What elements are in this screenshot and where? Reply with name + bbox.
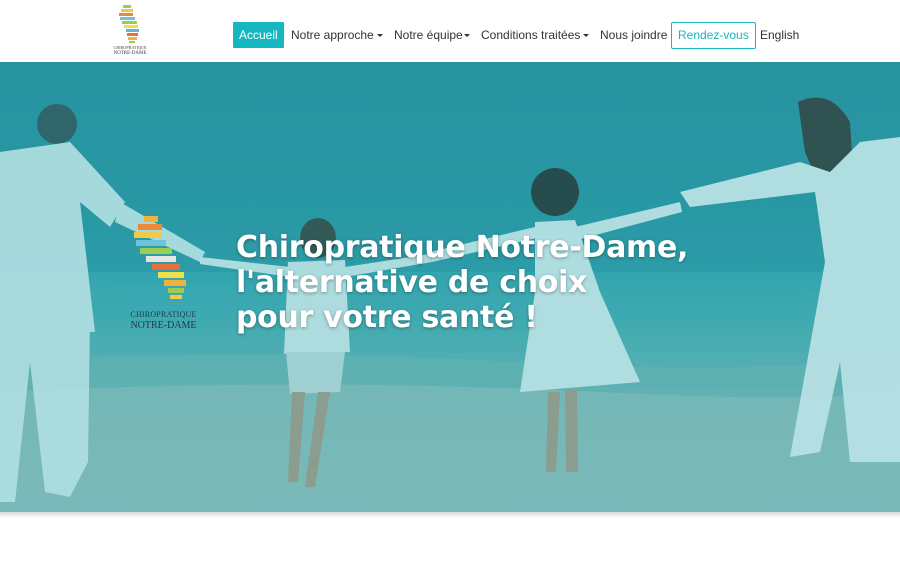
hero-banner: CHIROPRATIQUE NOTRE-DAME Chiropratique N… <box>0 62 900 512</box>
rendez-vous-button[interactable]: Rendez-vous <box>671 22 756 49</box>
nav-label: English <box>760 28 800 42</box>
hero-logo-text-bottom: NOTRE-DAME <box>130 320 197 331</box>
nav-label: Rendez-vous <box>678 28 749 42</box>
nav-notre-approche[interactable]: Notre approche <box>291 22 383 48</box>
hero-headline-line: pour votre santé ! <box>236 300 538 335</box>
nav-nous-joindre[interactable]: Nous joindre <box>600 22 667 48</box>
caret-down-icon <box>583 34 590 38</box>
nav-label: Conditions traitées <box>481 28 581 42</box>
hero-headline-line: Chiropratique Notre-Dame, <box>236 230 689 265</box>
nav-label: Nous joindre <box>600 28 668 42</box>
logo-text-bottom: NOTRE-DAME <box>113 51 147 56</box>
nav-notre-equipe[interactable]: Notre équipe <box>394 22 470 48</box>
nav-label: Notre approche <box>291 28 374 42</box>
nav-accueil[interactable]: Accueil <box>233 22 284 48</box>
nav-english[interactable]: English <box>760 22 799 48</box>
hero-headline: Chiropratique Notre-Dame, l'alternative … <box>236 230 716 335</box>
nav-label: Notre équipe <box>394 28 463 42</box>
site-header: CHIROPRATIQUE NOTRE-DAME Accueil Notre a… <box>0 0 900 62</box>
logo-spine-icon <box>134 216 186 299</box>
nav-label: Accueil <box>239 28 278 42</box>
caret-down-icon <box>376 34 383 38</box>
hero-logo-text-top: CHIROPRATIQUE <box>130 310 197 319</box>
hero-shadow <box>0 512 900 518</box>
main-nav: Accueil Notre approche Notre équipe Cond… <box>0 22 900 49</box>
caret-down-icon <box>463 34 470 38</box>
nav-conditions-traitees[interactable]: Conditions traitées <box>481 22 590 48</box>
hero-headline-line: l'alternative de choix <box>236 265 588 300</box>
hero-logo: CHIROPRATIQUE NOTRE-DAME <box>126 212 201 332</box>
